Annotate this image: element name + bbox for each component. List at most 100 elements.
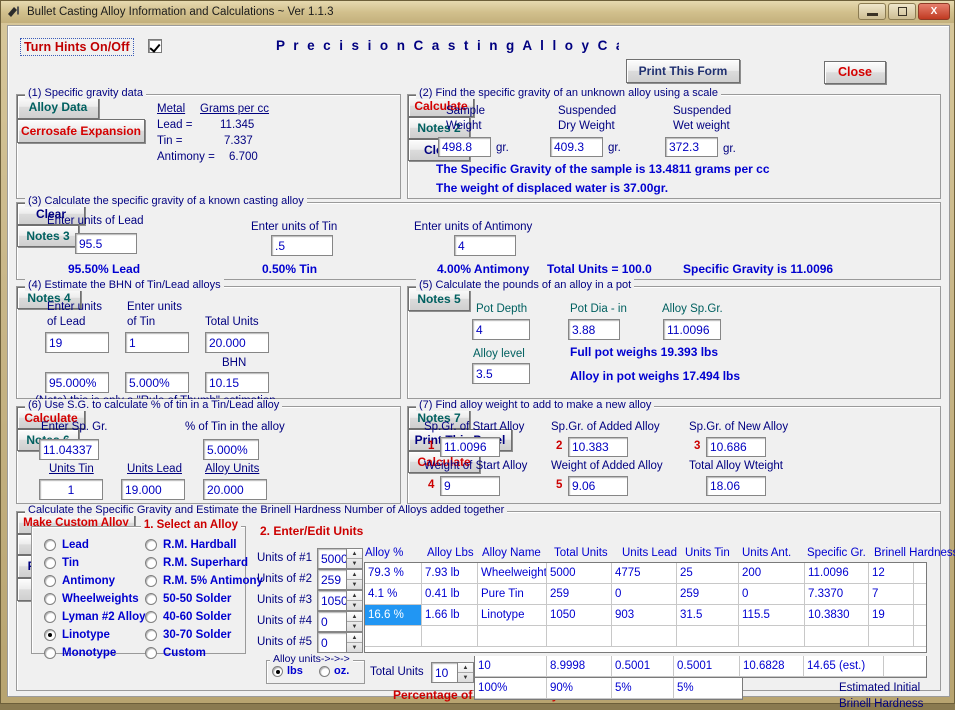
cell-lead[interactable] — [612, 626, 677, 647]
spin-up[interactable]: ▲ — [347, 612, 362, 622]
pot-dia-input[interactable]: 3.88 — [568, 319, 620, 340]
spin-up[interactable]: ▲ — [347, 549, 362, 559]
radio-tin[interactable]: Tin — [44, 557, 79, 569]
radio-lyman2[interactable]: Lyman #2 Alloy — [44, 611, 146, 623]
cell-total[interactable]: 5000 — [547, 563, 612, 584]
cell-lbs[interactable]: 1.66 lb — [422, 605, 478, 626]
close-button[interactable]: Close — [824, 61, 886, 84]
units-row-4-spinner[interactable]: ▲▼ — [346, 611, 363, 632]
radio-50-50-solder[interactable]: 50-50 Solder — [145, 593, 231, 605]
radio-monotype[interactable]: Monotype — [44, 647, 116, 659]
total-units-spinner[interactable]: ▲▼ — [457, 662, 474, 683]
cell-ant[interactable]: 200 — [739, 563, 805, 584]
alloy-level-input[interactable]: 3.5 — [472, 363, 530, 384]
cell-lbs[interactable]: 0.41 lb — [422, 584, 478, 605]
wet-weight-input[interactable]: 372.3 — [665, 137, 718, 157]
cell-pct[interactable]: 4.1 % — [365, 584, 422, 605]
spin-up[interactable]: ▲ — [347, 570, 362, 580]
s7-added-sg-input[interactable]: 10.383 — [568, 437, 628, 457]
spin-down[interactable]: ▼ — [458, 673, 473, 682]
cell-ant[interactable]: 0 — [739, 584, 805, 605]
pot-depth-input[interactable]: 4 — [472, 319, 530, 340]
minimize-button[interactable] — [858, 3, 886, 20]
cell-lead[interactable]: 0 — [612, 584, 677, 605]
units-row-5-spinner[interactable]: ▲▼ — [346, 632, 363, 653]
s6-sg-input[interactable]: 11.04337 — [39, 439, 99, 460]
radio-linotype[interactable]: Linotype — [44, 629, 110, 641]
total-cell-bhn: 14.65 (est.) — [804, 656, 884, 677]
cell-pct[interactable]: 79.3 % — [365, 563, 422, 584]
radio-lead[interactable]: Lead — [44, 539, 89, 551]
close-window-button[interactable]: X — [918, 3, 950, 20]
spin-up[interactable]: ▲ — [458, 663, 473, 673]
alloy-sg-input[interactable]: 11.0096 — [663, 319, 721, 340]
radio-oz[interactable]: oz. — [319, 665, 349, 677]
radio-rm-superhard[interactable]: R.M. Superhard — [145, 557, 248, 569]
dry-weight-input[interactable]: 409.3 — [550, 137, 603, 157]
units-lead-input[interactable]: 95.5 — [75, 233, 137, 254]
spin-down[interactable]: ▼ — [347, 580, 362, 589]
s7-added-sg-label: Sp.Gr. of Added Alloy — [551, 421, 660, 433]
radio-40-60-solder[interactable]: 40-60 Solder — [145, 611, 231, 623]
sample-weight-input[interactable]: 498.8 — [438, 137, 491, 157]
cell-total[interactable]: 259 — [547, 584, 612, 605]
cerrosafe-expansion-button[interactable]: Cerrosafe Expansion — [17, 119, 145, 143]
radio-antimony[interactable]: Antimony — [44, 575, 115, 587]
units-antimony-input[interactable]: 4 — [454, 235, 516, 256]
cell-bhn[interactable]: 7 — [869, 584, 914, 605]
cell-lbs[interactable] — [422, 626, 478, 647]
radio-rm-hardball[interactable]: R.M. Hardball — [145, 539, 236, 551]
spin-up[interactable]: ▲ — [347, 591, 362, 601]
cell-lead[interactable]: 903 — [612, 605, 677, 626]
notes-3-button[interactable]: Notes 3 — [17, 225, 79, 247]
cell-total[interactable]: 1050 — [547, 605, 612, 626]
spin-down[interactable]: ▼ — [347, 622, 362, 631]
cell-ant[interactable]: 115.5 — [739, 605, 805, 626]
spin-down[interactable]: ▼ — [347, 559, 362, 568]
units-tin-input[interactable]: .5 — [271, 235, 333, 256]
cell-name[interactable]: Pure Tin — [478, 584, 547, 605]
radio-rm-5pct-antimony[interactable]: R.M. 5% Antimony — [145, 575, 263, 587]
radio-30-70-solder[interactable]: 30-70 Solder — [145, 629, 231, 641]
cell-ant[interactable] — [739, 626, 805, 647]
cell-sg[interactable] — [805, 626, 869, 647]
cell-bhn[interactable]: 19 — [869, 605, 914, 626]
cell-name[interactable] — [478, 626, 547, 647]
cell-name[interactable]: Linotype — [478, 605, 547, 626]
maximize-button[interactable] — [888, 3, 916, 20]
cell-pct[interactable] — [365, 626, 422, 647]
spin-up[interactable]: ▲ — [347, 633, 362, 643]
s7-start-wt-input[interactable]: 9 — [440, 476, 500, 496]
cell-bhn[interactable]: 12 — [869, 563, 914, 584]
s7-start-sg-input[interactable]: 11.0096 — [440, 437, 500, 457]
cell-sg[interactable]: 10.3830 — [805, 605, 869, 626]
s4-lead-input[interactable]: 19 — [45, 332, 109, 353]
spin-down[interactable]: ▼ — [347, 643, 362, 652]
radio-lbs[interactable]: lbs — [272, 665, 303, 677]
s7-new-sg-input[interactable]: 10.686 — [706, 437, 766, 457]
cell-tin[interactable]: 259 — [677, 584, 739, 605]
cell-sg[interactable]: 7.3370 — [805, 584, 869, 605]
units-row-1-spinner[interactable]: ▲▼ — [346, 548, 363, 569]
cell-tin[interactable]: 31.5 — [677, 605, 739, 626]
cell-pct[interactable]: 16.6 % — [365, 605, 422, 626]
s7-added-wt-input[interactable]: 9.06 — [568, 476, 628, 496]
cell-total[interactable] — [547, 626, 612, 647]
units-row-3-spinner[interactable]: ▲▼ — [346, 590, 363, 611]
cell-tin[interactable] — [677, 626, 739, 647]
cell-name[interactable]: Wheelweight — [478, 563, 547, 584]
spin-down[interactable]: ▼ — [347, 601, 362, 610]
radio-wheelweights[interactable]: Wheelweights — [44, 593, 139, 605]
units-row-2-spinner[interactable]: ▲▼ — [346, 569, 363, 590]
cell-sg[interactable]: 11.0096 — [805, 563, 869, 584]
alloy-table[interactable]: 79.3 % 7.93 lb Wheelweight 5000 4775 25 … — [364, 562, 927, 653]
cell-bhn[interactable] — [869, 626, 914, 647]
radio-custom[interactable]: Custom — [145, 647, 206, 659]
cell-tin[interactable]: 25 — [677, 563, 739, 584]
cell-lbs[interactable]: 7.93 lb — [422, 563, 478, 584]
turn-hints-label[interactable]: Turn Hints On/Off — [20, 38, 134, 56]
print-this-form-button[interactable]: Print This Form — [626, 59, 740, 83]
s4-tin-input[interactable]: 1 — [125, 332, 189, 353]
cell-lead[interactable]: 4775 — [612, 563, 677, 584]
hints-checkbox[interactable] — [148, 39, 162, 53]
